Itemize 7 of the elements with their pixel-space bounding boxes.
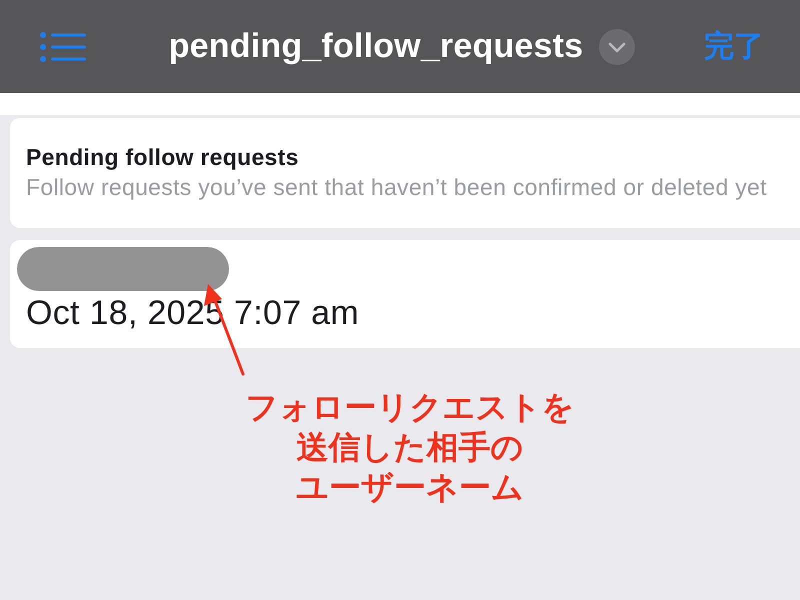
page-title: pending_follow_requests — [168, 27, 584, 66]
card-title: Pending follow requests — [26, 143, 300, 172]
done-button[interactable]: 完了 — [704, 26, 764, 67]
chevron-down-icon[interactable] — [599, 28, 636, 64]
annotation-text: フォローリクエストを 送信した相手の ユーザーネーム — [244, 387, 574, 507]
menu-icon[interactable] — [40, 32, 86, 62]
card-description: Follow requests you’ve sent that haven’t been confirmed or deleted yet — [26, 173, 768, 202]
